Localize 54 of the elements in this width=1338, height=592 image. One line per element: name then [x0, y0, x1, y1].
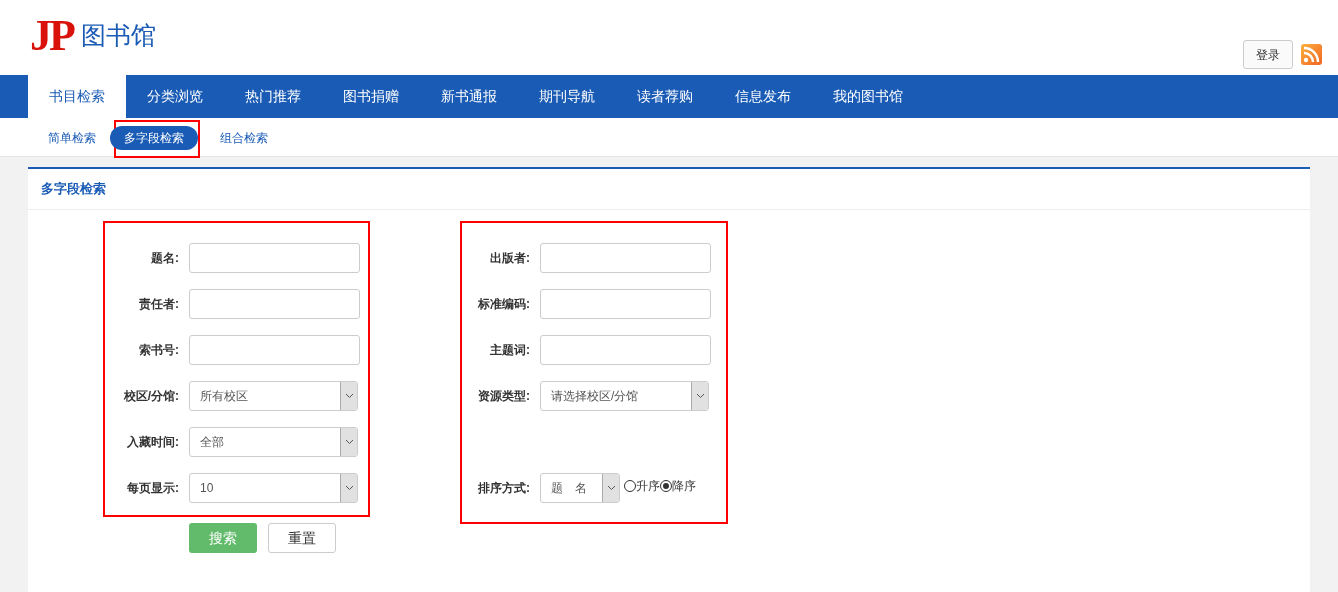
- chevron-down-icon: [344, 439, 354, 445]
- field-label: 每页显示:: [126, 480, 180, 497]
- text-field[interactable]: [189, 335, 360, 365]
- text-field[interactable]: [540, 335, 711, 365]
- sort-radio[interactable]: 升序: [624, 477, 660, 495]
- text-field[interactable]: [540, 289, 711, 319]
- text-field[interactable]: [189, 289, 360, 319]
- select-field[interactable]: 10: [189, 473, 358, 503]
- nav-tab[interactable]: 分类浏览: [126, 75, 224, 118]
- field-label: 入藏时间:: [126, 434, 180, 451]
- nav-tab[interactable]: 图书捐赠: [322, 75, 420, 118]
- field-label: 标准编码:: [477, 296, 531, 313]
- text-field[interactable]: [540, 243, 711, 273]
- field-label: 出版者:: [489, 250, 531, 267]
- select-value: 请选择校区/分馆: [551, 388, 639, 405]
- field-label: 资源类型:: [477, 388, 531, 405]
- nav-tab[interactable]: 读者荐购: [616, 75, 714, 118]
- panel-title: 多字段检索: [41, 180, 106, 199]
- logo-mark: JP: [30, 14, 73, 58]
- select-value: 题 名: [551, 480, 587, 497]
- nav-tab[interactable]: 我的图书馆: [812, 75, 924, 118]
- select-field[interactable]: 题 名: [540, 473, 620, 503]
- login-button[interactable]: 登录: [1243, 40, 1293, 69]
- sub-tab[interactable]: 多字段检索: [110, 126, 198, 150]
- select-value: 全部: [200, 434, 224, 451]
- select-field[interactable]: 所有校区: [189, 381, 358, 411]
- radio-button[interactable]: [624, 480, 636, 492]
- field-label: 校区/分馆:: [122, 388, 180, 405]
- nav-tab[interactable]: 热门推荐: [224, 75, 322, 118]
- nav-tab[interactable]: 新书通报: [420, 75, 518, 118]
- chevron-down-icon: [344, 393, 354, 399]
- sort-radio[interactable]: 降序: [660, 477, 696, 495]
- field-label: 索书号:: [138, 342, 180, 359]
- field-label: 责任者:: [138, 296, 180, 313]
- nav-tab[interactable]: 信息发布: [714, 75, 812, 118]
- select-field[interactable]: 请选择校区/分馆: [540, 381, 709, 411]
- site-title: 图书馆: [80, 20, 156, 52]
- chevron-down-icon: [606, 485, 616, 491]
- radio-button[interactable]: [660, 480, 672, 492]
- reset-button[interactable]: 重置: [268, 523, 336, 553]
- text-field[interactable]: [189, 243, 360, 273]
- nav-tab[interactable]: 期刊导航: [518, 75, 616, 118]
- rss-icon[interactable]: [1301, 44, 1322, 65]
- select-value: 10: [200, 480, 214, 497]
- sub-tab[interactable]: 组合检索: [206, 125, 282, 150]
- chevron-down-icon: [344, 485, 354, 491]
- sub-tab[interactable]: 简单检索: [34, 125, 110, 150]
- field-label: 排序方式:: [477, 480, 531, 497]
- select-field[interactable]: 全部: [189, 427, 358, 457]
- chevron-down-icon: [695, 393, 705, 399]
- field-label: 题名:: [150, 250, 180, 267]
- select-value: 所有校区: [200, 388, 248, 405]
- field-label: 主题词:: [489, 342, 531, 359]
- nav-tab[interactable]: 书目检索: [28, 75, 126, 118]
